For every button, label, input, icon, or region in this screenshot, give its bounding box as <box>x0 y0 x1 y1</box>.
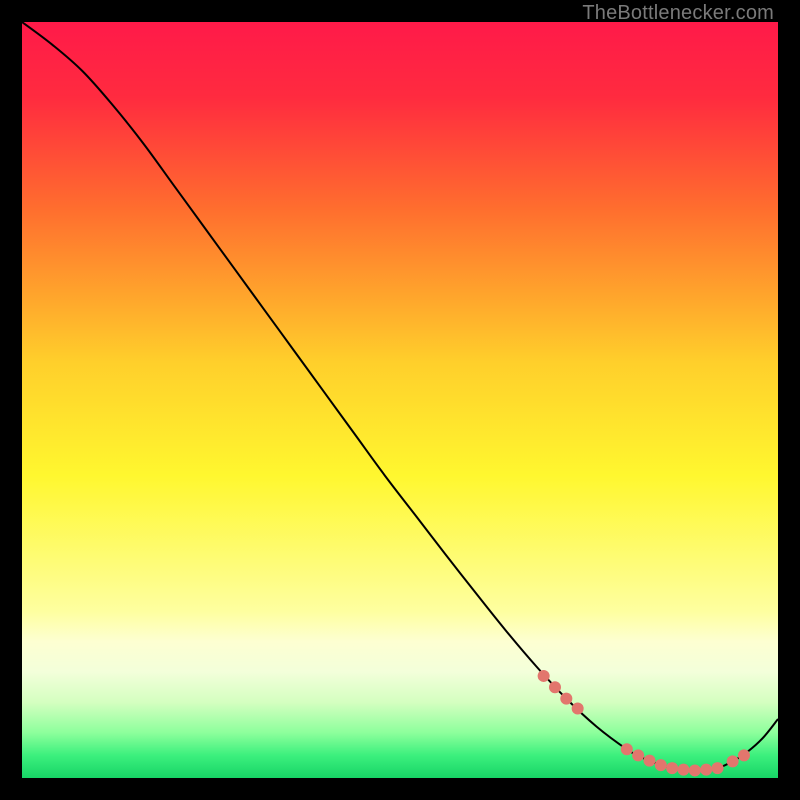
plot-area <box>22 22 778 778</box>
chart-frame: TheBottlenecker.com <box>0 0 800 800</box>
gradient-background <box>22 22 778 778</box>
